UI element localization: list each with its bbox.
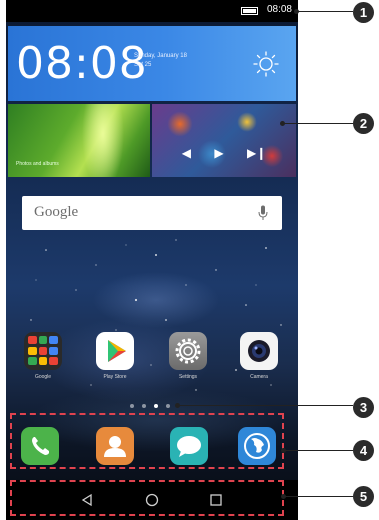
app-camera[interactable]: Camera bbox=[240, 332, 278, 380]
app-settings[interactable]: Settings bbox=[169, 332, 207, 380]
clock-time: 08:08 bbox=[16, 38, 148, 89]
page-dot[interactable] bbox=[130, 404, 134, 408]
callout-line bbox=[297, 11, 353, 12]
mic-icon[interactable] bbox=[258, 205, 268, 221]
app-label: Play Store bbox=[103, 374, 127, 380]
photo-caption: Photos and albums bbox=[16, 161, 59, 167]
callout-badge-3: 3 bbox=[353, 397, 374, 418]
callout-line bbox=[283, 123, 353, 124]
clock-weather-widget[interactable]: 08:08 Sunday, January 18 Sat 25 bbox=[8, 26, 296, 101]
status-time: 08:08 bbox=[266, 4, 292, 15]
page-dot[interactable] bbox=[166, 404, 170, 408]
clock-date-line2: Sat 25 bbox=[134, 62, 152, 68]
search-bar[interactable]: Google bbox=[22, 196, 282, 230]
navbar-highlight bbox=[10, 480, 284, 516]
battery-icon bbox=[241, 7, 258, 15]
settings-icon bbox=[169, 332, 207, 370]
folder-icon bbox=[24, 332, 62, 370]
app-play-store[interactable]: Play Store bbox=[96, 332, 134, 380]
callout-badge-5: 5 bbox=[353, 486, 374, 507]
clock-date-line1: Sunday, January 18 bbox=[134, 53, 187, 59]
page-indicator bbox=[130, 404, 170, 408]
play-store-icon bbox=[96, 332, 134, 370]
app-label: Settings bbox=[178, 374, 198, 380]
search-logo: Google bbox=[34, 204, 79, 220]
music-controls: ◀ ▶ ▶❙ bbox=[152, 144, 296, 162]
callout-line bbox=[284, 450, 353, 451]
play-icon[interactable]: ▶ bbox=[214, 146, 223, 160]
page-dot-active[interactable] bbox=[154, 404, 158, 408]
app-label: Camera bbox=[250, 374, 268, 380]
status-bar: 08:08 bbox=[6, 0, 298, 22]
callout-badge-4: 4 bbox=[353, 440, 374, 461]
callout-badge-1: 1 bbox=[353, 2, 374, 23]
photo-widget[interactable]: Photos and albums bbox=[8, 104, 150, 177]
callout-line bbox=[284, 496, 353, 497]
clock-date: Sunday, January 18 Sat 25 bbox=[134, 52, 194, 70]
callout-badge-2: 2 bbox=[353, 113, 374, 134]
previous-icon[interactable]: ◀ bbox=[182, 146, 191, 160]
music-widget[interactable]: ◀ ▶ ▶❙ bbox=[152, 104, 296, 177]
app-google-folder[interactable]: Google bbox=[24, 332, 62, 380]
camera-icon bbox=[240, 332, 278, 370]
next-icon[interactable]: ▶❙ bbox=[247, 146, 266, 160]
app-label: Google bbox=[34, 374, 52, 380]
page-dot[interactable] bbox=[142, 404, 146, 408]
callout-line bbox=[178, 405, 353, 406]
sun-icon bbox=[253, 51, 279, 77]
dock-highlight bbox=[10, 413, 284, 469]
